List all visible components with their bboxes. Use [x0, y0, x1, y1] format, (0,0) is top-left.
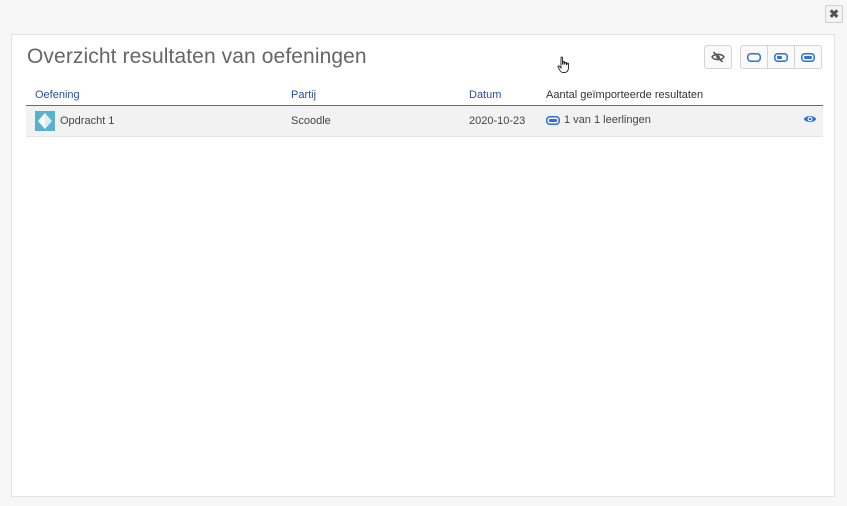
view-toggle-group [740, 45, 822, 69]
column-header-oefening[interactable]: Oefening [35, 89, 80, 101]
table-header: Oefening Partij Datum Aantal geïmporteer… [26, 87, 823, 106]
results-panel: Overzicht resultaten van oefeningen Oefe… [11, 34, 835, 497]
toolbar [704, 45, 822, 69]
exercise-icon [35, 111, 55, 131]
toggle-all-button[interactable] [794, 45, 822, 69]
toggle-half-icon [774, 52, 788, 62]
hide-button[interactable] [704, 45, 732, 69]
cell-aantal[interactable]: 1 van 1 leerlingen [546, 114, 651, 126]
toggle-on-icon [546, 115, 560, 125]
page-title: Overzicht resultaten van oefeningen [27, 45, 367, 68]
eye-slash-icon [711, 51, 725, 63]
cell-partij: Scoodle [291, 115, 331, 127]
results-table: Oefening Partij Datum Aantal geïmporteer… [26, 87, 823, 137]
toggle-on-icon [801, 52, 815, 62]
cell-datum: 2020-10-23 [469, 115, 526, 127]
column-header-datum[interactable]: Datum [469, 89, 501, 101]
column-header-aantal: Aantal geïmporteerde resultaten [546, 89, 704, 101]
close-button[interactable]: ✖ [825, 5, 843, 23]
column-header-partij[interactable]: Partij [291, 89, 316, 101]
table-row[interactable]: Opdracht 1 Scoodle 2020-10-23 1 van 1 le… [26, 106, 823, 137]
cell-oefening: Opdracht 1 [60, 115, 115, 127]
aantal-text: 1 van 1 leerlingen [564, 114, 651, 126]
toggle-partial-button[interactable] [767, 45, 795, 69]
toggle-off-icon [747, 52, 761, 62]
toggle-none-button[interactable] [740, 45, 768, 69]
eye-icon[interactable] [803, 114, 817, 124]
